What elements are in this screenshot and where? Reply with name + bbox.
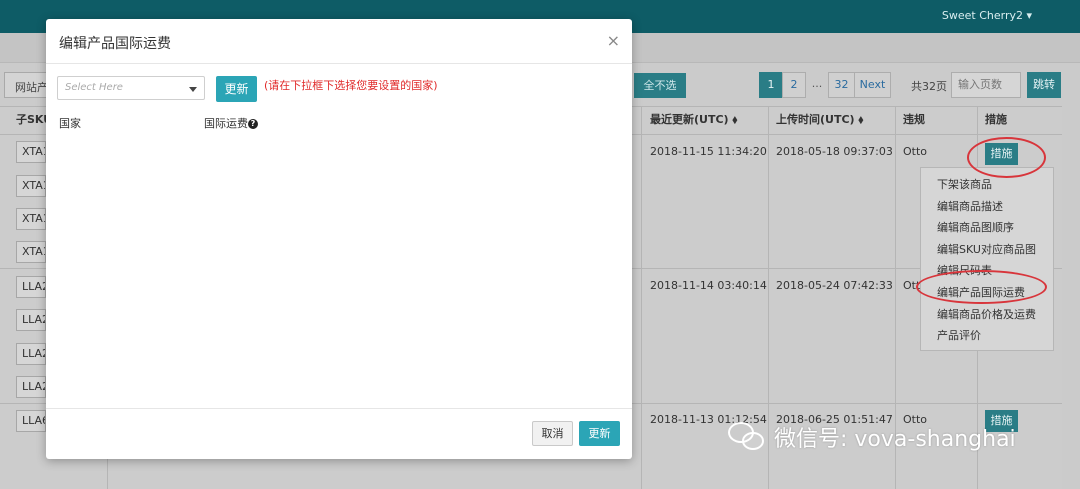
column-header-last-update[interactable]: 最近更新(UTC) ⬧: [650, 106, 737, 134]
pagination: 1 2 ... 32 Next: [759, 72, 891, 98]
row-last-update: 2018-11-14 03:40:14: [650, 279, 767, 292]
deselect-all-button[interactable]: 全不选: [634, 73, 686, 98]
modal-footer-divider: [46, 408, 632, 409]
sku-field[interactable]: XTA1: [16, 175, 46, 197]
highlight-ellipse-shipping: [916, 270, 1047, 304]
sku-field[interactable]: LLA6: [16, 410, 46, 432]
sku-field[interactable]: LLA2: [16, 376, 46, 398]
menu-item-edit-description[interactable]: 编辑商品描述: [921, 196, 1053, 218]
sku-field[interactable]: LLA2: [16, 276, 46, 298]
sku-field[interactable]: LLA2: [16, 309, 46, 331]
update-countries-button[interactable]: 更新: [216, 76, 257, 102]
sku-field[interactable]: XTA1: [16, 241, 46, 263]
country-select-placeholder: Select Here: [65, 82, 123, 93]
sku-field[interactable]: LLA2: [16, 343, 46, 365]
edit-shipping-modal: 编辑产品国际运费 × Select Here 更新 (请在下拉框下选择您要设置的…: [46, 19, 632, 459]
menu-item-unlist-product[interactable]: 下架该商品: [921, 174, 1053, 196]
page-1-button[interactable]: 1: [759, 72, 783, 98]
row-last-update: 2018-11-15 11:34:20: [650, 145, 767, 158]
jump-button[interactable]: 跳转: [1027, 72, 1061, 98]
wechat-bubble-small: [742, 432, 764, 450]
row-violation: Otto: [903, 145, 928, 158]
wechat-watermark: 微信号: vova-shanghai: [728, 420, 1016, 454]
modal-title: 编辑产品国际运费: [59, 36, 171, 52]
menu-item-product-reviews[interactable]: 产品评价: [921, 325, 1053, 347]
column-header-intl-shipping: 国际运费?: [204, 115, 258, 131]
save-button[interactable]: 更新: [579, 421, 620, 446]
watermark-text: 微信号: vova-shanghai: [774, 427, 1016, 452]
menu-item-edit-price-shipping[interactable]: 编辑商品价格及运费: [921, 304, 1053, 326]
user-menu[interactable]: Sweet Cherry2 ▾: [942, 9, 1032, 22]
page-ellipsis: ...: [811, 77, 823, 90]
action-dropdown-menu: 下架该商品 编辑商品描述 编辑商品图顺序 编辑SKU对应商品图 编辑尺码表 编辑…: [920, 167, 1054, 351]
row-upload-time: 2018-05-18 09:37:03: [776, 145, 893, 158]
close-icon[interactable]: ×: [607, 31, 620, 50]
column-header-country: 国家: [59, 117, 81, 130]
page-number-input[interactable]: [951, 72, 1021, 98]
row-upload-time: 2018-05-24 07:42:33: [776, 279, 893, 292]
page-32-button[interactable]: 32: [828, 72, 855, 98]
highlight-ellipse-actions: [967, 137, 1046, 178]
column-header-violation: 违规: [903, 113, 925, 126]
intl-shipping-label: 国际运费: [204, 117, 248, 130]
page-2-button[interactable]: 2: [782, 72, 806, 98]
menu-item-edit-image-order[interactable]: 编辑商品图顺序: [921, 217, 1053, 239]
chevron-down-icon: [189, 87, 197, 92]
country-select[interactable]: Select Here: [57, 76, 205, 100]
sku-field[interactable]: XTA1: [16, 208, 46, 230]
site-product-filter[interactable]: 网站产品: [4, 72, 50, 98]
total-pages-label: 共32页: [911, 80, 947, 93]
help-icon[interactable]: ?: [248, 119, 258, 129]
column-header-upload-time[interactable]: 上传时间(UTC) ⬧: [776, 106, 863, 134]
next-page-button[interactable]: Next: [854, 72, 891, 98]
modal-header: 编辑产品国际运费 ×: [46, 19, 632, 64]
cancel-button[interactable]: 取消: [532, 421, 573, 446]
menu-item-edit-sku-images[interactable]: 编辑SKU对应商品图: [921, 239, 1053, 261]
select-hint: (请在下拉框下选择您要设置的国家): [264, 79, 438, 92]
sku-field[interactable]: XTA1: [16, 141, 46, 163]
wechat-icon: [728, 420, 768, 454]
column-header-actions: 措施: [985, 113, 1007, 126]
table-divider: [641, 106, 642, 489]
